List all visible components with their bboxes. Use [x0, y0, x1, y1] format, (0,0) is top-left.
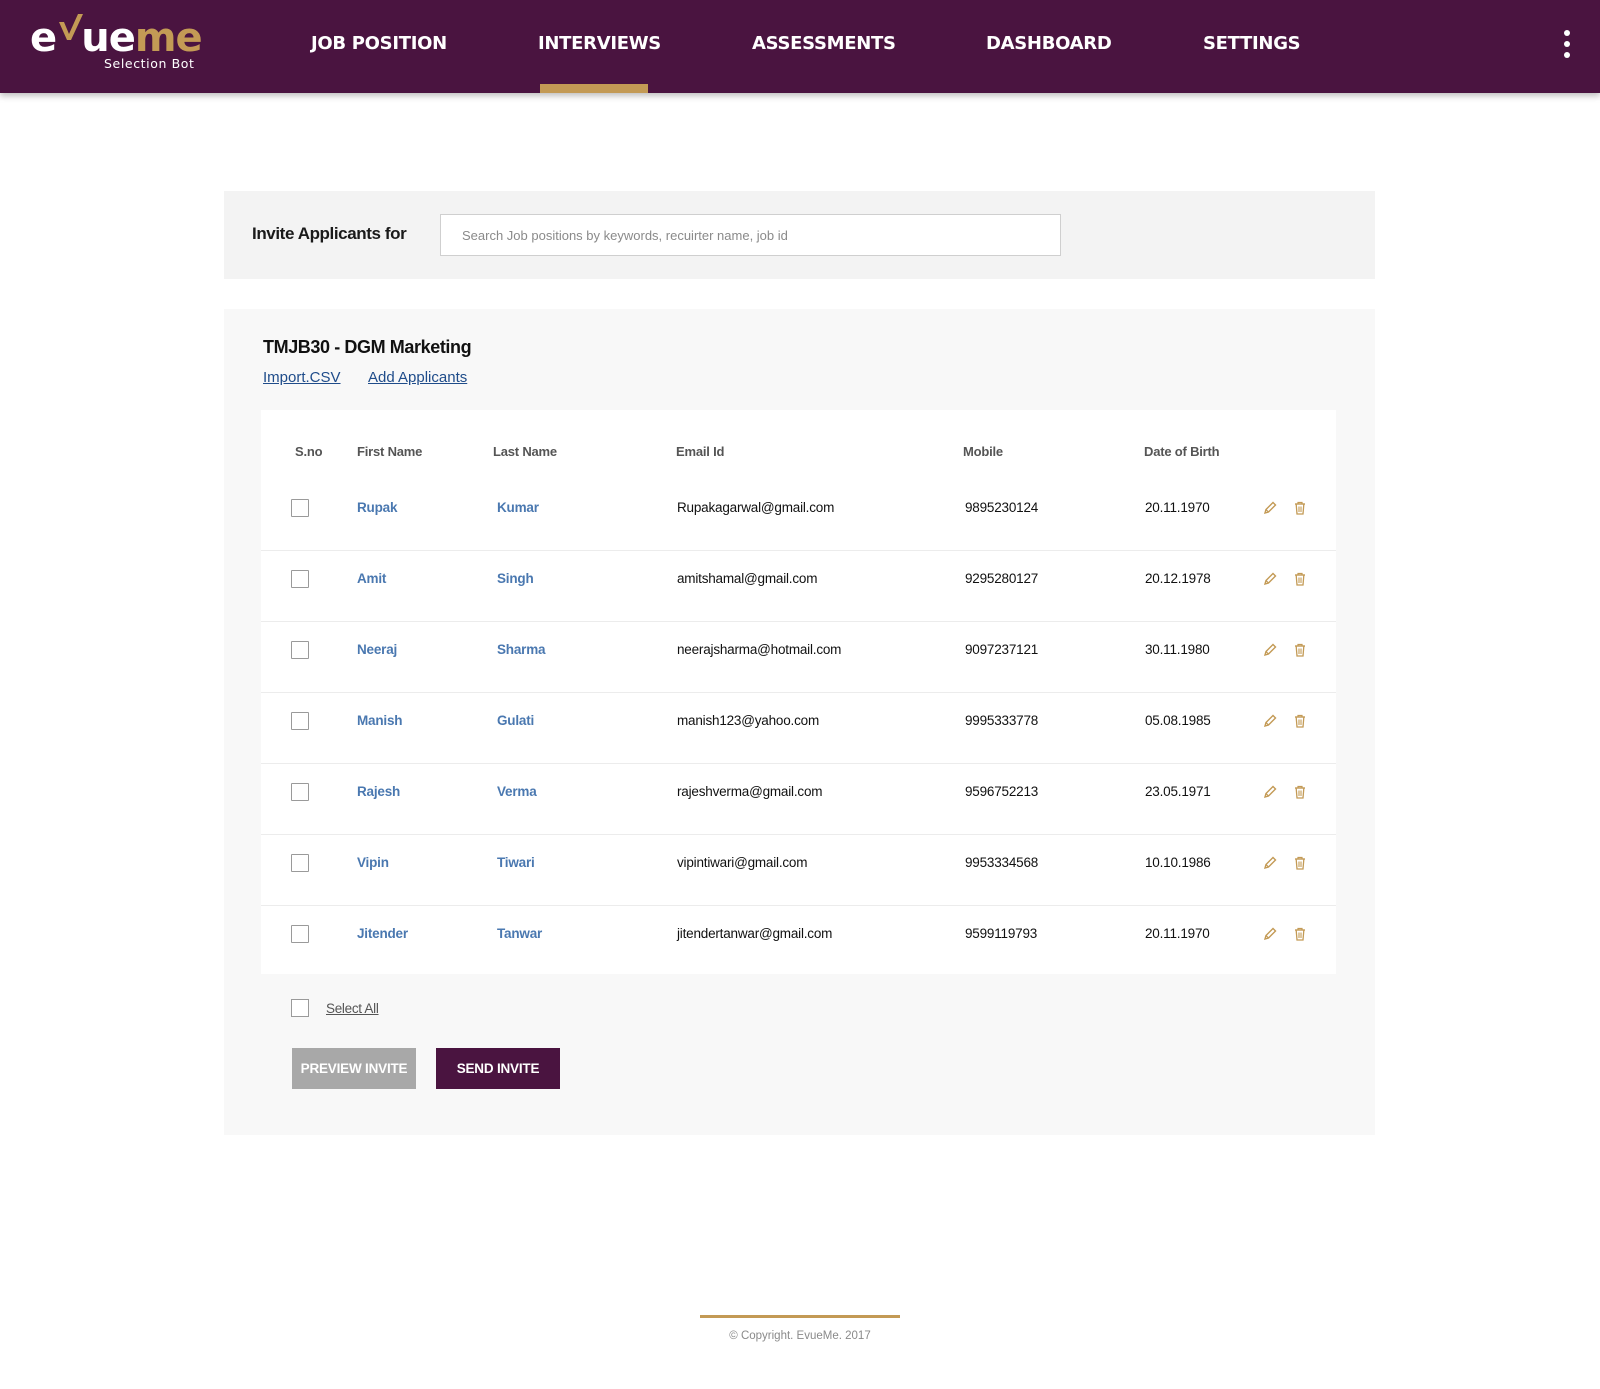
row-dob: 23.05.1971 — [1145, 784, 1211, 799]
footer-divider — [700, 1315, 900, 1318]
row-last-name[interactable]: Sharma — [497, 642, 546, 657]
row-email: jitendertanwar@gmail.com — [677, 926, 833, 941]
nav-interviews[interactable]: INTERVIEWS — [538, 33, 661, 54]
row-first-name[interactable]: Rajesh — [357, 784, 400, 799]
row-first-name[interactable]: Jitender — [357, 926, 408, 941]
row-mobile: 9596752213 — [965, 784, 1039, 799]
row-mobile: 9097237121 — [965, 642, 1039, 657]
header-last-name: Last Name — [493, 444, 557, 459]
preview-invite-button[interactable]: PREVIEW INVITE — [292, 1048, 416, 1089]
import-csv-link[interactable]: Import.CSV — [263, 369, 341, 386]
row-last-name[interactable]: Singh — [497, 571, 534, 586]
row-email: amitshamal@gmail.com — [677, 571, 818, 586]
row-dob: 20.11.1970 — [1145, 500, 1210, 515]
evueme-logo[interactable]: evueme Selection Bot — [30, 14, 203, 74]
pencil-icon[interactable] — [1262, 500, 1278, 516]
invite-search-bar: Invite Applicants for — [224, 191, 1375, 279]
table-row: Neeraj Sharma neerajsharma@hotmail.com 9097… — [261, 622, 1336, 693]
row-dob: 30.11.1980 — [1145, 642, 1210, 657]
row-last-name[interactable]: Gulati — [497, 713, 534, 728]
row-email: manish123@yahoo.com — [677, 713, 819, 728]
row-email: rajeshverma@gmail.com — [677, 784, 823, 799]
job-search-input[interactable] — [440, 214, 1061, 256]
nav-active-indicator — [540, 84, 648, 93]
trash-icon[interactable] — [1292, 855, 1308, 871]
pencil-icon[interactable] — [1262, 713, 1278, 729]
row-last-name[interactable]: Kumar — [497, 500, 539, 515]
table-row: Jitender Tanwar jitendertanwar@gmail.com 95… — [261, 906, 1336, 977]
trash-icon[interactable] — [1292, 500, 1308, 516]
more-menu-icon[interactable] — [1560, 30, 1574, 64]
row-last-name[interactable]: Tanwar — [497, 926, 542, 941]
row-checkbox[interactable] — [291, 783, 309, 801]
table-row: Vipin Tiwari vipintiwari@gmail.com 99533345… — [261, 835, 1336, 906]
add-applicants-link[interactable]: Add Applicants — [368, 369, 467, 386]
row-checkbox[interactable] — [291, 925, 309, 943]
nav-settings[interactable]: SETTINGS — [1203, 33, 1301, 54]
logo-subtitle: Selection Bot — [104, 56, 195, 71]
invite-label: Invite Applicants for — [252, 224, 407, 243]
row-first-name[interactable]: Neeraj — [357, 642, 397, 657]
row-checkbox[interactable] — [291, 854, 309, 872]
row-mobile: 9953334568 — [965, 855, 1039, 870]
row-dob: 10.10.1986 — [1145, 855, 1211, 870]
row-mobile: 9895230124 — [965, 500, 1039, 515]
pencil-icon[interactable] — [1262, 571, 1278, 587]
row-checkbox[interactable] — [291, 641, 309, 659]
row-email: vipintiwari@gmail.com — [677, 855, 808, 870]
nav-dashboard[interactable]: DASHBOARD — [986, 33, 1112, 54]
row-email: neerajsharma@hotmail.com — [677, 642, 842, 657]
pencil-icon[interactable] — [1262, 926, 1278, 942]
trash-icon[interactable] — [1292, 713, 1308, 729]
header-first-name: First Name — [357, 444, 423, 459]
select-all-label[interactable]: Select All — [326, 1001, 379, 1016]
trash-icon[interactable] — [1292, 784, 1308, 800]
row-dob: 20.12.1978 — [1145, 571, 1211, 586]
nav-assessments[interactable]: ASSESSMENTS — [752, 33, 896, 54]
trash-icon[interactable] — [1292, 642, 1308, 658]
row-checkbox[interactable] — [291, 712, 309, 730]
send-invite-button[interactable]: SEND INVITE — [436, 1048, 560, 1089]
row-first-name[interactable]: Rupak — [357, 500, 397, 515]
top-navigation-bar: evueme Selection Bot JOB POSITION INTERV… — [0, 0, 1600, 93]
job-title: TMJB30 - DGM Marketing — [263, 337, 472, 357]
row-last-name[interactable]: Tiwari — [497, 855, 535, 870]
row-checkbox[interactable] — [291, 499, 309, 517]
applicants-panel: TMJB30 - DGM Marketing Import.CSV Add Ap… — [224, 309, 1375, 1135]
header-dob: Date of Birth — [1144, 444, 1220, 459]
table-row: Rupak Kumar Rupakagarwal@gmail.com 98952301… — [261, 480, 1336, 551]
applicants-table: S.no First Name Last Name Email Id Mobil… — [261, 410, 1336, 974]
table-row: Rajesh Verma rajeshverma@gmail.com 95967522… — [261, 764, 1336, 835]
row-mobile: 9295280127 — [965, 571, 1039, 586]
logo-checkmark-icon — [59, 14, 83, 40]
row-dob: 20.11.1970 — [1145, 926, 1210, 941]
row-mobile: 9995333778 — [965, 713, 1039, 728]
row-email: Rupakagarwal@gmail.com — [677, 500, 835, 515]
pencil-icon[interactable] — [1262, 642, 1278, 658]
pencil-icon[interactable] — [1262, 855, 1278, 871]
header-email: Email Id — [676, 444, 725, 459]
select-all-checkbox[interactable] — [291, 999, 309, 1017]
row-first-name[interactable]: Amit — [357, 571, 386, 586]
trash-icon[interactable] — [1292, 926, 1308, 942]
table-row: Manish Gulati manish123@yahoo.com 999533377… — [261, 693, 1336, 764]
nav-job-position[interactable]: JOB POSITION — [311, 33, 447, 54]
footer-copyright: © Copyright. EvueMe. 2017 — [729, 1330, 871, 1342]
row-dob: 05.08.1985 — [1145, 713, 1211, 728]
logo-wordmark: evueme — [30, 15, 203, 61]
row-first-name[interactable]: Manish — [357, 713, 403, 728]
pencil-icon[interactable] — [1262, 784, 1278, 800]
row-mobile: 9599119793 — [965, 926, 1038, 941]
row-last-name[interactable]: Verma — [497, 784, 537, 799]
trash-icon[interactable] — [1292, 571, 1308, 587]
row-checkbox[interactable] — [291, 570, 309, 588]
header-mobile: Mobile — [963, 444, 1003, 459]
header-sno: S.no — [295, 444, 323, 459]
row-first-name[interactable]: Vipin — [357, 855, 389, 870]
table-row: Amit Singh amitshamal@gmail.com 9295280127 2… — [261, 551, 1336, 622]
